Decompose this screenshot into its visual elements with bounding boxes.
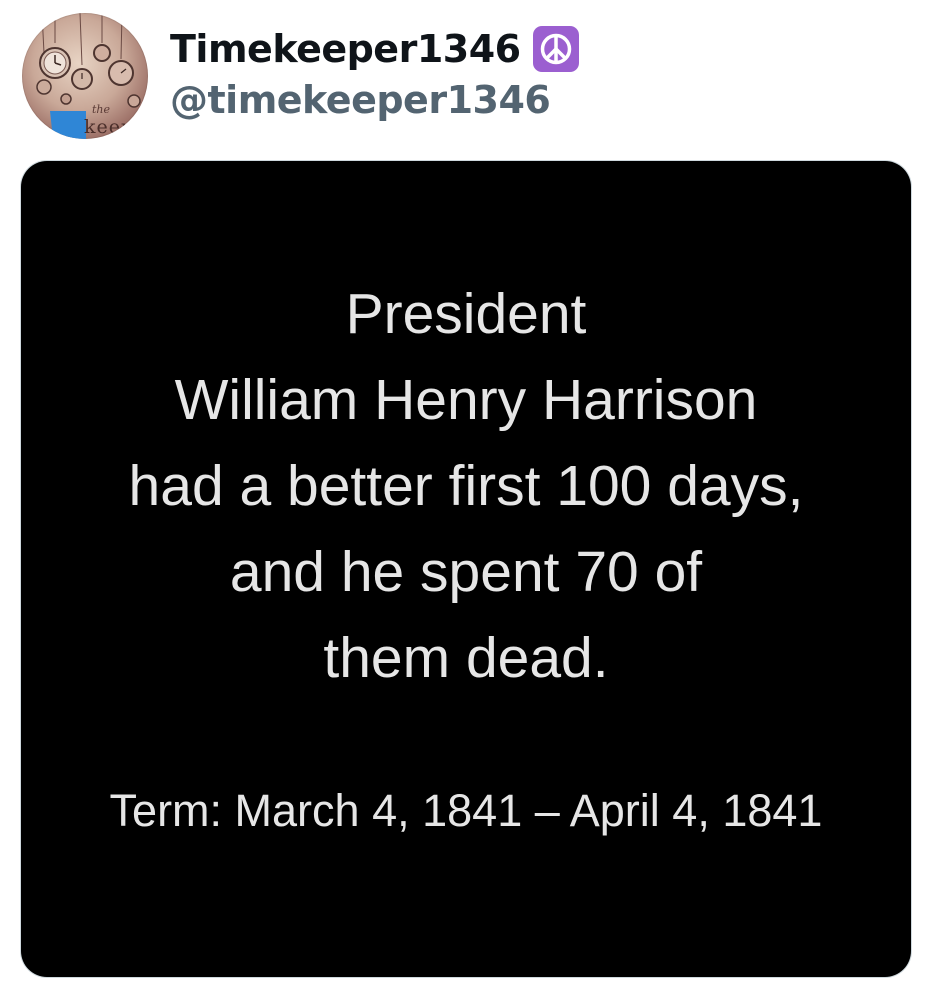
avatar-text-large: keepe [84,116,147,138]
avatar-logo-mark [50,111,86,139]
display-name[interactable]: Timekeeper1346 [170,27,521,71]
quote-line: President [345,282,587,346]
user-handle[interactable]: @timekeeper1346 [170,78,551,122]
avatar-text-small: the [92,103,111,116]
term-dates: Term: March 4, 1841 – April 4, 1841 [109,785,823,836]
quote-text: President William Henry Harrison had a b… [21,271,911,701]
quote-line: had a better first 100 days, [128,454,804,518]
post-header: the keepe Timekeeper1346 @timekeeper1346 [0,0,933,150]
display-name-row: Timekeeper1346 [170,22,579,76]
quote-line: William Henry Harrison [174,368,758,432]
quote-line: them dead. [323,626,609,690]
post-media-image[interactable]: President William Henry Harrison had a b… [21,161,911,977]
avatar[interactable]: the keepe [22,13,148,139]
peace-symbol-icon [532,26,579,72]
quote-line: and he spent 70 of [229,540,703,604]
